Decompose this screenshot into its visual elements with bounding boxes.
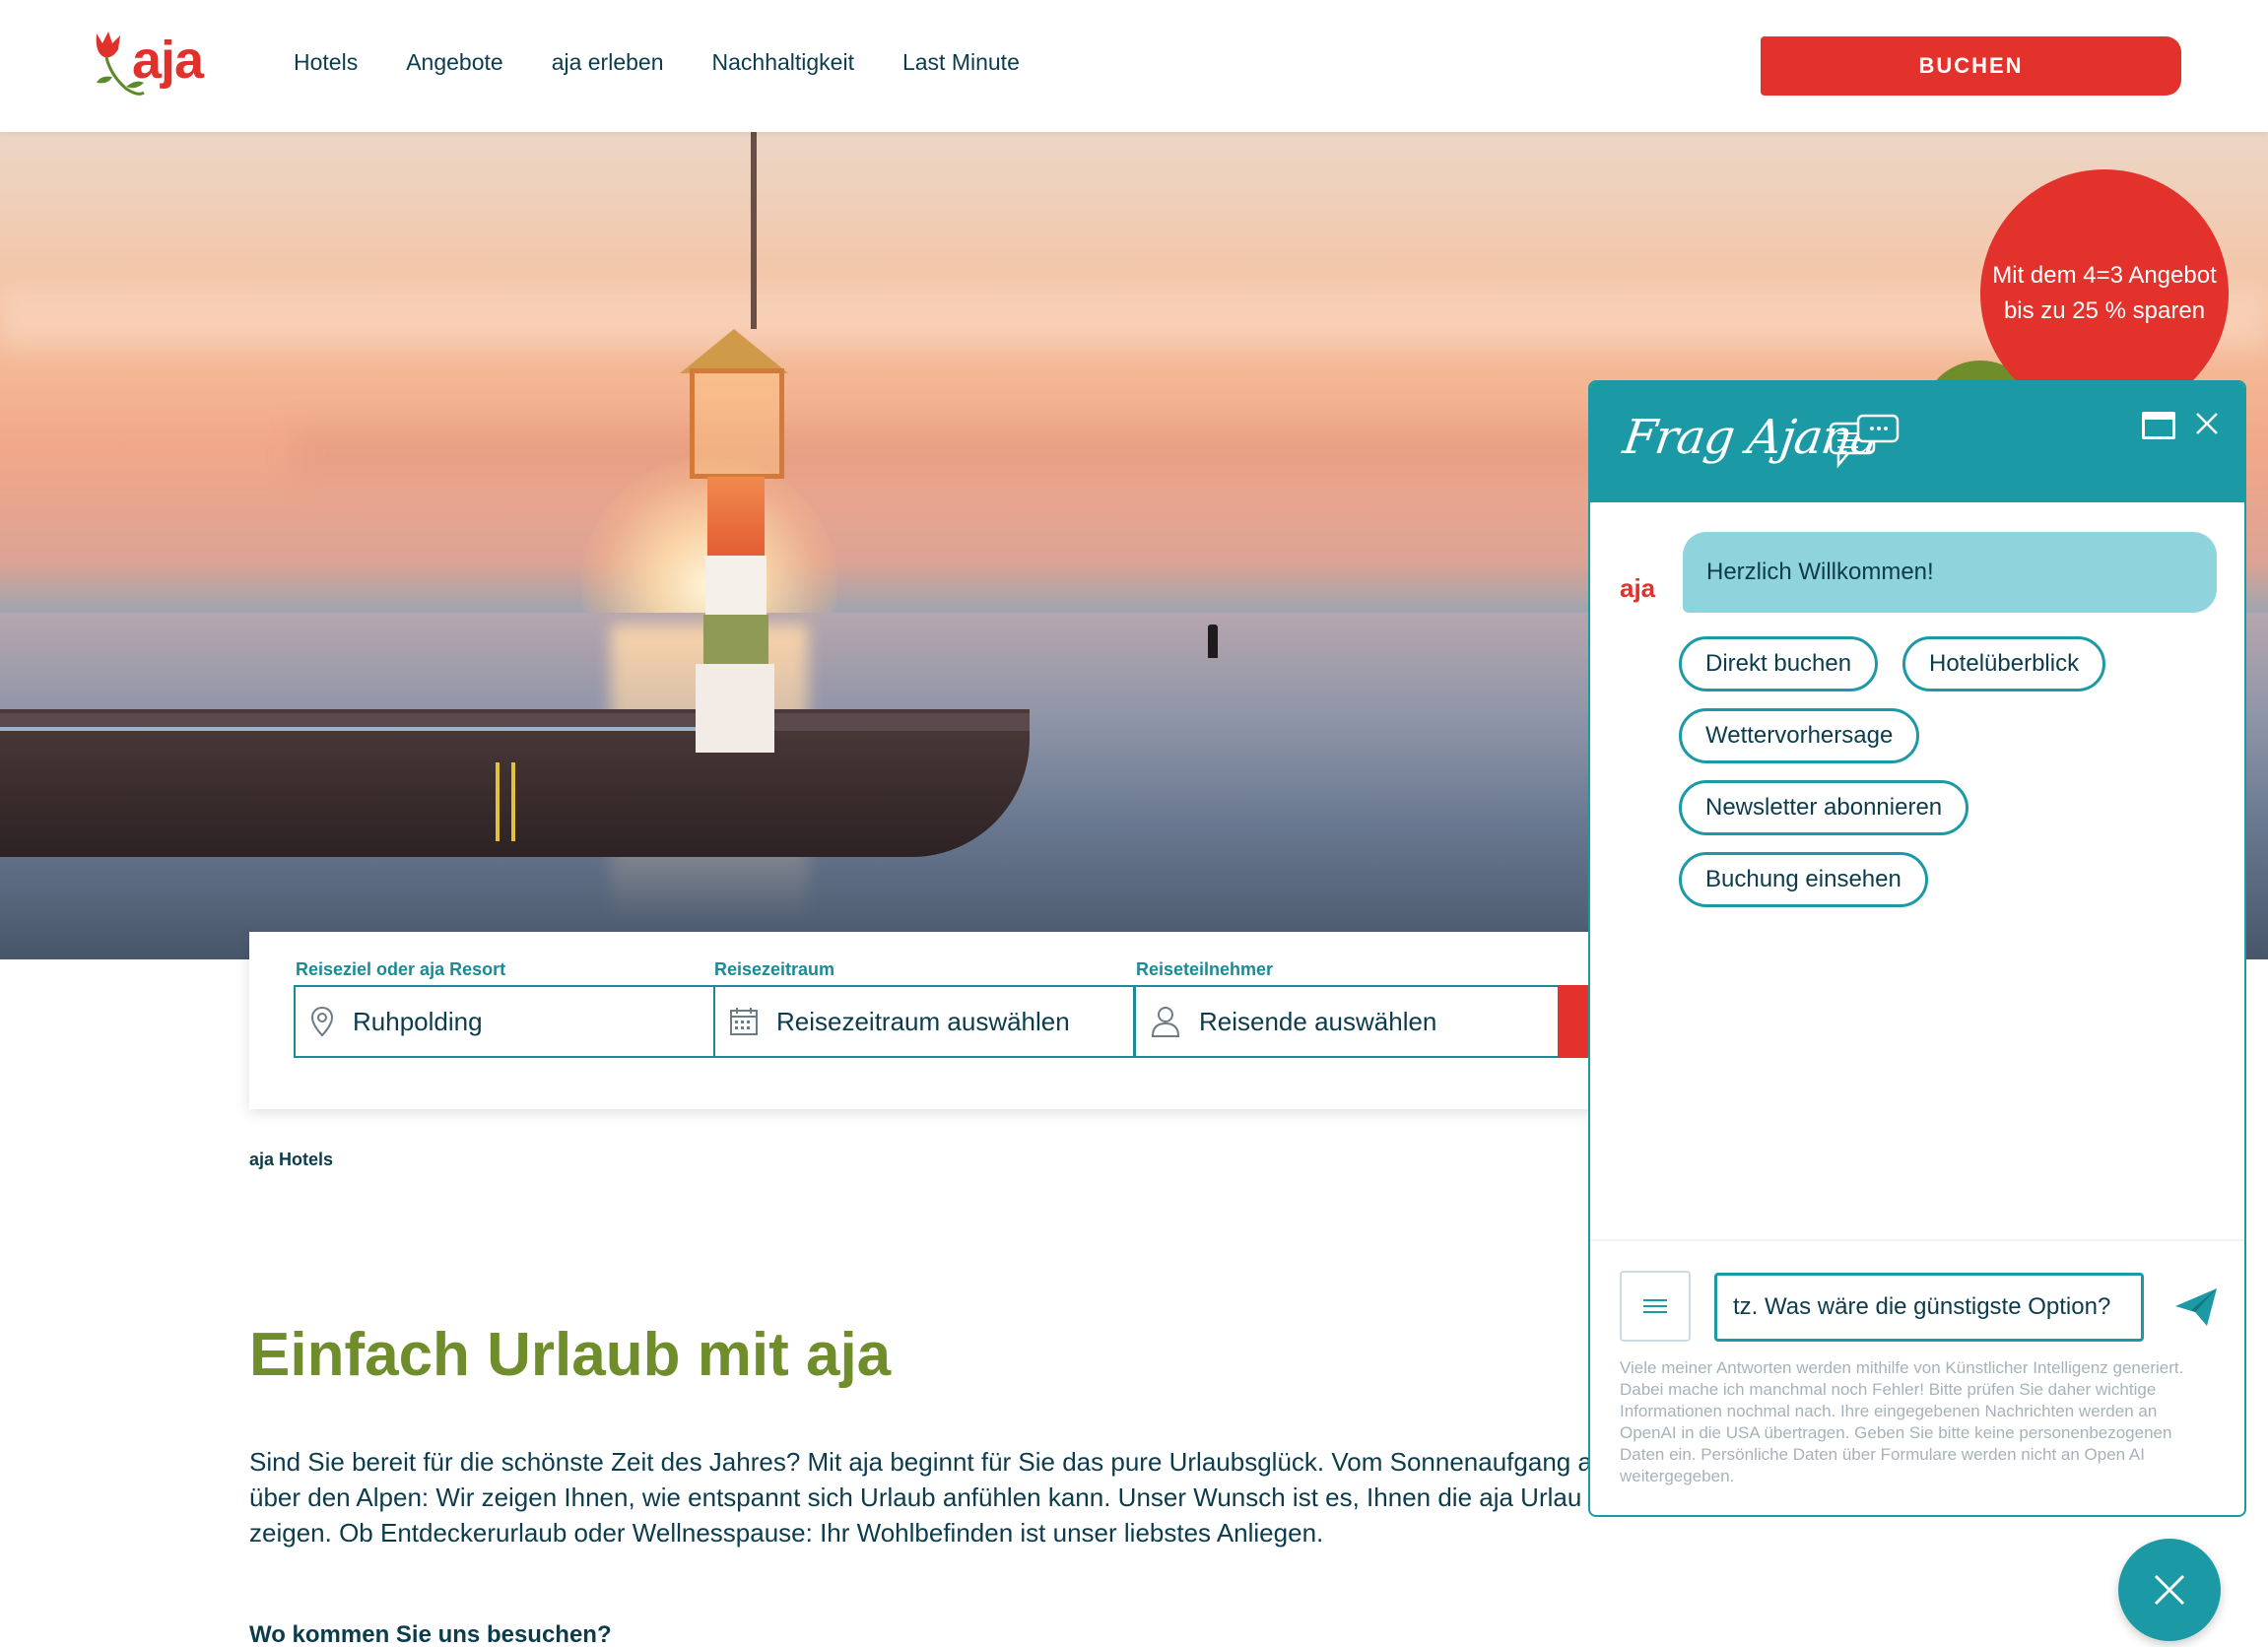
chip-newsletter[interactable]: Newsletter abonnieren: [1679, 780, 1969, 835]
destination-value: Ruhpolding: [353, 1006, 483, 1036]
lighthouse-lamp: [690, 368, 784, 479]
period-field[interactable]: Reisezeitraum auswählen: [713, 985, 1135, 1058]
nav-item-aja-erleben[interactable]: aja erleben: [552, 49, 664, 76]
chat-menu-button[interactable]: [1620, 1271, 1691, 1342]
chip-hotelueberblick[interactable]: Hotelüberblick: [1902, 636, 2106, 692]
calendar-icon: [730, 1008, 758, 1035]
period-label: Reisezeitraum: [714, 959, 835, 979]
ai-disclaimer: Viele meiner Antworten werden mithilfe v…: [1620, 1358, 2184, 1485]
lighthouse-tower: [707, 477, 765, 558]
lighthouse-tower: [705, 556, 767, 617]
hero-ladder: [496, 762, 515, 841]
bot-message: Herzlich Willkommen!: [1683, 532, 2217, 613]
chat-divider: [1590, 1239, 2244, 1241]
person-icon: [1151, 1007, 1180, 1037]
lighthouse-base: [696, 664, 774, 753]
nav-item-hotels[interactable]: Hotels: [294, 49, 358, 76]
site-header: aja Hotels Angebote aja erleben Nachhalt…: [0, 0, 2268, 132]
nav-item-nachhaltigkeit[interactable]: Nachhaltigkeit: [712, 49, 854, 76]
destination-field[interactable]: Ruhpolding: [294, 985, 715, 1058]
nav-item-angebote[interactable]: Angebote: [406, 49, 502, 76]
hero-cloud: [0, 290, 2268, 349]
section-subhead: Wo kommen Sie uns besuchen?: [249, 1621, 612, 1647]
close-icon: [2154, 1574, 2185, 1606]
close-icon[interactable]: [2191, 408, 2223, 439]
chat-toggle-button[interactable]: [2118, 1539, 2221, 1641]
lighthouse-roof: [680, 329, 788, 373]
chip-direkt-buchen[interactable]: Direkt buchen: [1679, 636, 1879, 692]
chip-wettervorhersage[interactable]: Wettervorhersage: [1679, 708, 1920, 763]
book-button[interactable]: BUCHEN: [1761, 36, 2181, 96]
chat-widget: Frag Ajana aja Herzlich Willkommen! Dire…: [1588, 380, 2246, 1517]
chat-message-input[interactable]: [1714, 1273, 2144, 1342]
bot-message-text: Herzlich Willkommen!: [1706, 559, 1934, 585]
nav-item-last-minute[interactable]: Last Minute: [902, 49, 1020, 76]
page-headline: Einfach Urlaub mit aja: [249, 1321, 892, 1389]
send-icon[interactable]: [2171, 1283, 2221, 1332]
intro-text: Sind Sie bereit für die schönste Zeit de…: [249, 1447, 1592, 1548]
destination-label: Reiseziel oder aja Resort: [296, 959, 506, 979]
hero-buoy: [1208, 625, 1218, 658]
travelers-field[interactable]: Reisende auswählen: [1134, 985, 1560, 1058]
chat-header: Frag Ajana: [1590, 382, 2244, 502]
travelers-value: Reisende auswählen: [1199, 1006, 1437, 1036]
bot-avatar: aja: [1620, 573, 1656, 603]
travelers-label: Reiseteilnehmer: [1136, 959, 1274, 979]
chat-bubbles-icon: [1829, 414, 1900, 469]
maximize-window-icon[interactable]: [2142, 412, 2175, 439]
hero-railing: [0, 727, 768, 731]
chip-buchung-einsehen[interactable]: Buchung einsehen: [1679, 852, 1928, 907]
breadcrumb[interactable]: aja Hotels: [249, 1150, 333, 1170]
main-nav: Hotels Angebote aja erleben Nachhaltigke…: [294, 49, 1020, 76]
location-pin-icon: [310, 1006, 334, 1037]
promo-text: Mit dem 4=3 Angebot bis zu 25 % sparen: [1992, 262, 2217, 324]
aja-logo[interactable]: aja: [87, 26, 215, 104]
lighthouse-mast: [751, 132, 757, 329]
logo-text: aja: [132, 31, 204, 90]
menu-icon: [1643, 1299, 1667, 1313]
lighthouse-tower: [703, 615, 768, 666]
period-value: Reisezeitraum auswählen: [776, 1006, 1070, 1036]
